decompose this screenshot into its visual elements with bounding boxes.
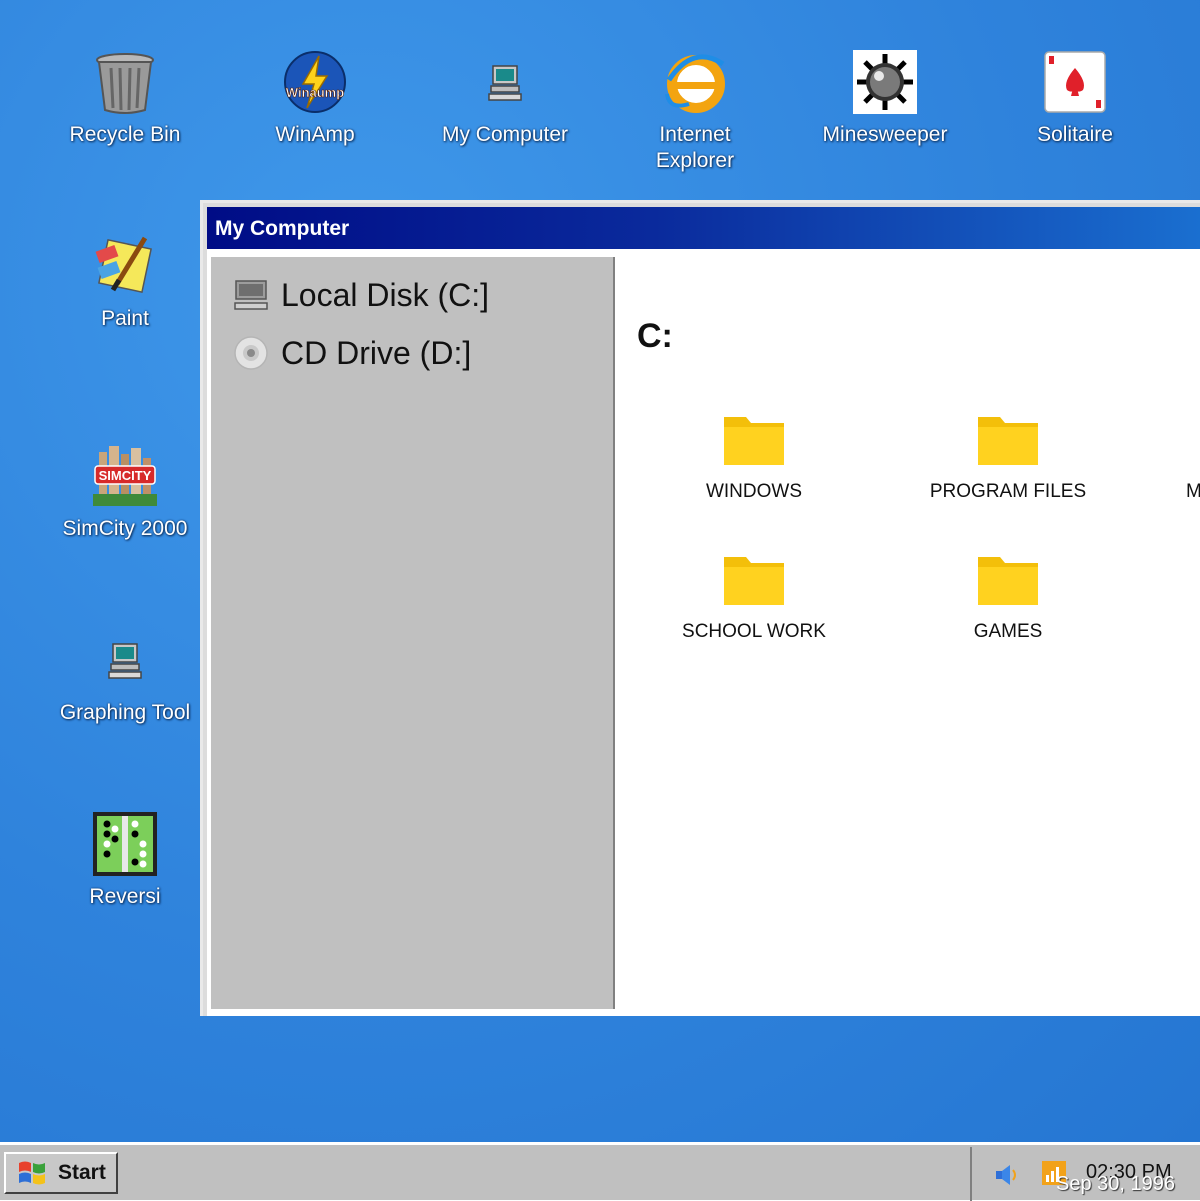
system-tray: 02:30 PM Sep 30, 1996 xyxy=(970,1147,1200,1201)
desktop-icon-paint[interactable]: Paint xyxy=(50,234,200,332)
my-computer-window[interactable]: My Computer Local Disk (C:] CD Drive (D:… xyxy=(200,200,1200,1016)
window-titlebar[interactable]: My Computer xyxy=(207,207,1200,249)
hard-disk-icon xyxy=(233,277,269,313)
folder-label: GAMES xyxy=(973,621,1043,642)
desktop: Recycle Bin Winaump WinAmp My Computer I… xyxy=(0,0,1200,1142)
desktop-icon-minesweeper[interactable]: Minesweeper xyxy=(810,50,960,148)
folder-games[interactable]: GAMES xyxy=(898,551,1118,643)
drive-label: Local Disk (C:] xyxy=(281,276,490,313)
desktop-icon-label: Recycle Bin xyxy=(69,123,181,146)
start-label: Start xyxy=(58,1161,106,1184)
recycle-bin-icon xyxy=(93,50,157,114)
window-title: My Computer xyxy=(215,217,350,240)
folder-label: WINDOWS xyxy=(705,481,803,502)
simcity-icon: SIMCITY xyxy=(93,444,157,508)
folder-content-pane: C: WINDOWS PROGRAM FILES M SCHOOL WORK G… xyxy=(617,249,1200,1016)
computer-icon xyxy=(473,50,537,114)
taskbar: Start 02:30 PM Sep 30, 1996 xyxy=(0,1142,1200,1201)
reversi-board-icon xyxy=(93,812,157,876)
internet-explorer-icon xyxy=(663,50,727,114)
speaker-icon[interactable] xyxy=(994,1163,1022,1187)
desktop-icon-internet-explorer[interactable]: Internet Explorer xyxy=(620,50,770,174)
desktop-icon-label: Reversi xyxy=(89,885,161,908)
sidebar-item-local-disk[interactable]: Local Disk (C:] xyxy=(233,273,489,317)
folder-school-work[interactable]: SCHOOL WORK xyxy=(644,551,864,643)
window-body: Local Disk (C:] CD Drive (D:] C: WINDOWS… xyxy=(207,249,1200,1016)
folder-label: SCHOOL WORK xyxy=(682,621,826,642)
windows-logo-icon xyxy=(16,1158,48,1188)
folder-label: M xyxy=(1186,481,1200,502)
desktop-icon-label: WinAmp xyxy=(275,123,355,146)
simcity-badge: SIMCITY xyxy=(99,468,152,483)
folder-partial[interactable]: M xyxy=(1152,411,1200,503)
desktop-icon-my-computer[interactable]: My Computer xyxy=(430,50,580,148)
desktop-icon-simcity-2000[interactable]: SIMCITY SimCity 2000 xyxy=(50,444,200,542)
folder-icon xyxy=(722,551,786,607)
desktop-icon-label: Solitaire xyxy=(1037,123,1113,146)
paint-icon xyxy=(93,234,157,298)
drive-sidebar: Local Disk (C:] CD Drive (D:] xyxy=(211,257,615,1009)
desktop-icon-label: My Computer xyxy=(441,123,569,146)
sidebar-item-cd-drive[interactable]: CD Drive (D:] xyxy=(233,331,471,375)
winamp-badge: Winaump xyxy=(286,85,344,100)
desktop-icon-graphing-tool[interactable]: Graphing Tool xyxy=(50,628,200,726)
desktop-icon-label: Graphing Tool xyxy=(59,701,191,724)
desktop-icon-label: Paint xyxy=(101,307,149,330)
folder-icon xyxy=(976,551,1040,607)
tray-date: Sep 30, 1996 xyxy=(1056,1173,1175,1195)
start-button[interactable]: Start xyxy=(4,1152,118,1194)
current-path-heading: C: xyxy=(637,317,673,355)
desktop-icon-winamp[interactable]: Winaump WinAmp xyxy=(240,50,390,148)
drive-label: CD Drive (D:] xyxy=(281,334,472,371)
desktop-icon-label: SimCity 2000 xyxy=(62,517,188,540)
folder-program-files[interactable]: PROGRAM FILES xyxy=(898,411,1118,503)
folder-icon xyxy=(722,411,786,467)
mine-icon xyxy=(853,50,917,114)
desktop-icon-label: Minesweeper xyxy=(822,123,948,146)
desktop-icon-label: Internet Explorer xyxy=(655,123,735,172)
winamp-icon: Winaump xyxy=(283,50,347,114)
folder-windows[interactable]: WINDOWS xyxy=(644,411,864,503)
desktop-icon-recycle-bin[interactable]: Recycle Bin xyxy=(50,50,200,148)
playing-card-icon xyxy=(1043,50,1107,114)
folder-icon xyxy=(976,411,1040,467)
folder-label: PROGRAM FILES xyxy=(929,481,1087,502)
desktop-icon-reversi[interactable]: Reversi xyxy=(50,812,200,910)
computer-icon xyxy=(93,628,157,692)
cd-icon xyxy=(233,335,269,371)
desktop-icon-solitaire[interactable]: Solitaire xyxy=(1000,50,1150,148)
